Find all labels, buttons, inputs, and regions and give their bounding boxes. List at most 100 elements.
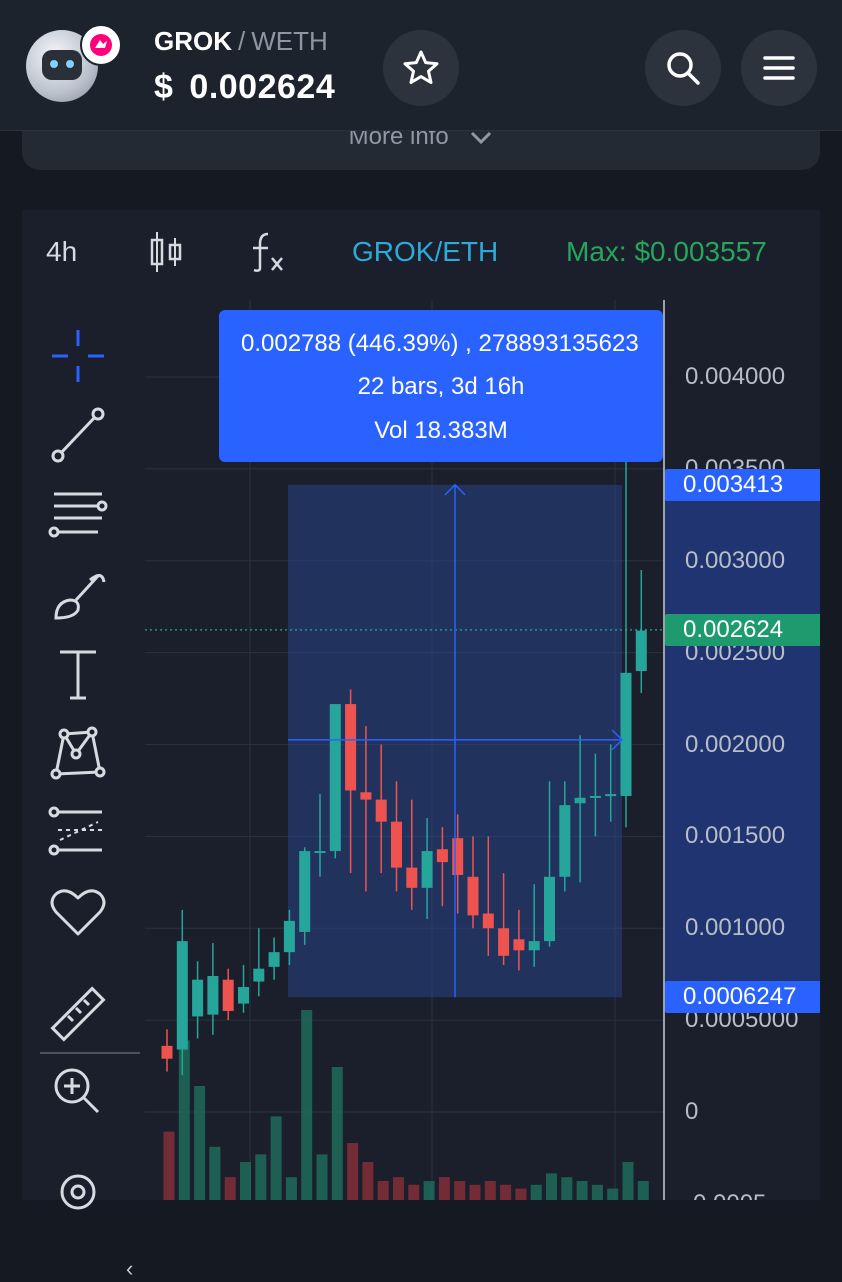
volume-bar [591, 1184, 603, 1200]
volume-bar [469, 1184, 481, 1200]
volume-bar [438, 1177, 450, 1200]
volume-bar [255, 1154, 267, 1200]
trend-line-tool[interactable] [46, 402, 110, 466]
candle-body [620, 672, 632, 796]
volume-bar [331, 1067, 343, 1200]
volume-bar [270, 1116, 282, 1200]
candle-style-icon[interactable] [148, 230, 184, 274]
volume-bar [530, 1184, 542, 1200]
candle-body [421, 851, 433, 888]
volume-bar [209, 1146, 221, 1200]
zoom-in-tool[interactable] [46, 1060, 110, 1124]
candle-body [192, 979, 204, 1017]
hamburger-icon [763, 56, 795, 80]
candle-body [207, 976, 219, 1015]
trend-line-icon [51, 407, 105, 463]
prediction-tool[interactable] [46, 800, 110, 864]
star-icon [403, 50, 439, 84]
price-axis-label: 0.003000 [685, 546, 786, 574]
candle-body [268, 952, 280, 967]
chevron-down-icon [471, 131, 492, 145]
candle-body [452, 838, 464, 875]
ruler-icon [50, 986, 106, 1042]
measure-volume: Vol 18.383M [374, 417, 508, 444]
pair-name: GROK / WETH [154, 26, 328, 57]
ruler-tool[interactable] [46, 982, 110, 1046]
volume-bar [301, 1010, 313, 1200]
price-axis-label: 0.001500 [685, 822, 786, 850]
volume-bar [362, 1162, 374, 1200]
collapse-toolbar-icon[interactable]: ‹ [126, 1256, 133, 1282]
candle-body [161, 1045, 173, 1059]
candle-body [528, 941, 540, 951]
favorite-button[interactable] [383, 30, 459, 106]
volume-bar [194, 1086, 206, 1200]
currency-symbol: $ [154, 68, 174, 106]
menu-button[interactable] [741, 30, 817, 106]
candle-body [635, 630, 647, 671]
base-symbol: GROK [154, 26, 232, 56]
candle-body [253, 968, 265, 982]
quote-symbol: WETH [251, 26, 328, 56]
search-icon [667, 52, 700, 85]
candle-body [283, 920, 295, 953]
candle-body [498, 928, 510, 956]
crosshair-tool[interactable] [46, 324, 110, 388]
volume-bar [500, 1184, 512, 1200]
volume-bar [454, 1181, 466, 1200]
chart-symbol[interactable]: GROK/ETH [352, 236, 498, 268]
price-axis-label: 0.004000 [685, 363, 786, 390]
price-axis-label: 0 [685, 1098, 699, 1125]
pair-separator: / [238, 26, 246, 56]
volume-bar [163, 1131, 175, 1200]
candle-body [513, 939, 525, 951]
crosshair-icon [52, 330, 104, 382]
candle-body [329, 704, 341, 852]
horizontal-lines-icon [48, 492, 108, 538]
indicators-fx-icon[interactable] [248, 230, 288, 274]
candle-body [222, 979, 234, 1011]
magnet-tool[interactable] [46, 1160, 110, 1224]
price-axis-label: -0.0005 [685, 1190, 766, 1200]
volume-bar [224, 1177, 236, 1200]
volume-bar [607, 1188, 619, 1200]
brush-tool[interactable] [46, 562, 110, 626]
volume-bar [546, 1173, 557, 1200]
volume-bar [576, 1181, 588, 1200]
candle-body [391, 821, 402, 868]
favorites-tool[interactable] [46, 880, 110, 944]
volume-bar [408, 1184, 420, 1200]
fib-retracement-tool[interactable] [46, 482, 110, 546]
robot-eye-left [50, 60, 58, 68]
candle-body [345, 704, 357, 791]
dex-unicorn-icon [80, 24, 122, 66]
pattern-tool[interactable] [46, 720, 110, 784]
chart-widget: 4h GROK/ETH Max: $0.003557 ‹ 0.002788 (4… [22, 210, 820, 1281]
candle-body [360, 792, 372, 800]
robot-icon [42, 50, 82, 80]
text-tool[interactable] [46, 642, 110, 706]
price-axis[interactable]: 0.0040000.0035000.0030000.0025000.002000… [665, 300, 820, 1200]
price-axis-label: 0.002000 [685, 730, 786, 758]
more-info-toggle[interactable]: More info [22, 130, 820, 170]
measure-change: 0.002788 (446.39%) , 278893135623 [241, 330, 639, 357]
robot-eye-right [66, 60, 74, 68]
candle-body [559, 805, 571, 877]
text-icon [60, 650, 96, 700]
search-button[interactable] [645, 30, 721, 106]
volume-bar [622, 1162, 634, 1200]
volume-bar [285, 1177, 297, 1200]
volume-bar [637, 1181, 649, 1200]
volume-bar [515, 1188, 527, 1200]
price-value: 0.002624 [189, 68, 336, 106]
price-axis-label: 0.001000 [685, 914, 786, 942]
interval-selector[interactable]: 4h [46, 236, 77, 268]
toolbar-divider [40, 1052, 140, 1054]
top-bar: GROK / WETH $0.002624 [0, 0, 842, 131]
max-price-label: Max: $0.003557 [566, 236, 767, 267]
candle-body [574, 797, 586, 804]
range-low-price-tag: 0.0006247 [665, 981, 820, 1014]
candle-body [589, 795, 601, 798]
brush-icon [54, 574, 106, 620]
drawing-toolbar: ‹ [22, 300, 140, 1281]
